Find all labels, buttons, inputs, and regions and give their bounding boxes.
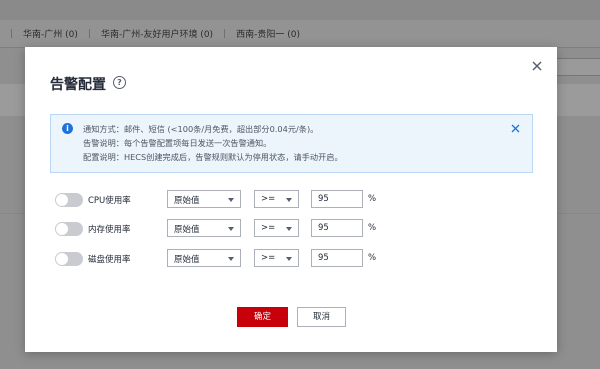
select-value: 原始值 [174, 196, 200, 206]
disk-toggle[interactable] [55, 252, 83, 266]
select-value: 原始值 [174, 255, 200, 265]
region-tab[interactable]: 华南-广州-友好用户环境 (0) [91, 27, 213, 40]
dialog-title: 告警配置 [50, 77, 106, 93]
cpu-toggle[interactable] [55, 193, 83, 207]
threshold-input[interactable]: 95 [311, 249, 363, 267]
info-notice: i 通知方式：邮件、短信 (<100条/月免费，超出部分0.04元/条)。 告警… [50, 114, 533, 173]
background-topbar [0, 0, 600, 20]
toggle-knob [56, 194, 68, 206]
region-tab[interactable]: 华南-广州 (0) [13, 27, 78, 40]
value-source-select[interactable]: 原始值 [167, 219, 241, 237]
select-value: >= [261, 253, 276, 263]
tab-separator: | [10, 28, 14, 39]
info-icon: i [62, 123, 73, 134]
chevron-down-icon [286, 257, 292, 261]
operator-select[interactable]: >= [254, 219, 299, 237]
select-value: >= [261, 194, 276, 204]
close-notice-icon[interactable] [511, 124, 520, 133]
threshold-input[interactable]: 95 [311, 219, 363, 237]
value-source-select[interactable]: 原始值 [167, 249, 241, 267]
memory-toggle[interactable] [55, 222, 83, 236]
background-search-input [556, 58, 600, 76]
metric-label: CPU使用率 [88, 196, 131, 206]
operator-select[interactable]: >= [254, 249, 299, 267]
cancel-button[interactable]: 取消 [297, 307, 346, 327]
metric-label: 磁盘使用率 [88, 255, 131, 265]
help-icon[interactable]: ? [113, 76, 126, 89]
operator-select[interactable]: >= [254, 190, 299, 208]
select-value: >= [261, 223, 276, 233]
info-alarm-desc: 告警说明：每个告警配置项每日发送一次告警通知。 [83, 138, 272, 148]
toggle-knob [56, 223, 68, 235]
unit-label: % [368, 223, 377, 233]
threshold-input[interactable]: 95 [311, 190, 363, 208]
rule-row-disk: 磁盘使用率 原始值 >= 95 % [55, 249, 376, 269]
unit-label: % [368, 194, 377, 204]
region-tabs: | 华南-广州 (0) | 华南-广州-友好用户环境 (0) | 西南-贵阳一 … [0, 20, 600, 48]
info-notify-method: 通知方式：邮件、短信 (<100条/月免费，超出部分0.04元/条)。 [83, 124, 319, 134]
chevron-down-icon [228, 257, 234, 261]
tab-separator: | [87, 28, 91, 39]
chevron-down-icon [286, 227, 292, 231]
tab-separator: | [223, 28, 227, 39]
close-icon[interactable] [531, 60, 543, 72]
metric-label: 内存使用率 [88, 225, 131, 235]
confirm-button[interactable]: 确定 [237, 307, 288, 327]
toggle-knob [56, 253, 68, 265]
chevron-down-icon [286, 198, 292, 202]
unit-label: % [368, 253, 377, 263]
info-config-desc: 配置说明：HECS创建完成后，告警规则默认为停用状态，请手动开启。 [83, 152, 343, 162]
rule-row-cpu: CPU使用率 原始值 >= 95 % [55, 190, 376, 210]
chevron-down-icon [228, 198, 234, 202]
select-value: 原始值 [174, 225, 200, 235]
alarm-config-dialog: 告警配置 ? i 通知方式：邮件、短信 (<100条/月免费，超出部分0.04元… [25, 47, 557, 352]
chevron-down-icon [228, 227, 234, 231]
value-source-select[interactable]: 原始值 [167, 190, 241, 208]
region-tab[interactable]: 西南-贵阳一 (0) [226, 27, 300, 40]
rule-row-memory: 内存使用率 原始值 >= 95 % [55, 219, 376, 239]
